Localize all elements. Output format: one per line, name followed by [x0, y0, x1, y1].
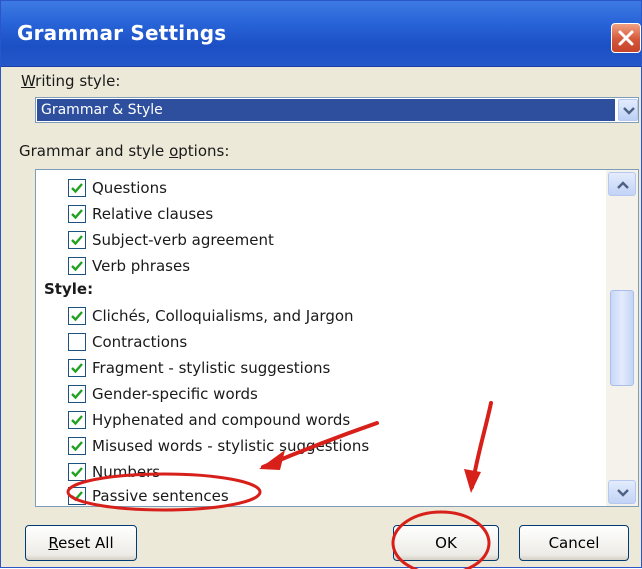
option-label: Verb phrases	[92, 257, 191, 275]
relative-clauses-checkbox[interactable]	[68, 205, 86, 223]
options-list[interactable]: Questions Relative clauses Subject-verb …	[35, 169, 639, 507]
cancel-button[interactable]: Cancel	[519, 525, 629, 561]
reset-label: eset All	[58, 534, 114, 552]
chevron-up-icon	[617, 181, 629, 189]
title-bar[interactable]: Grammar Settings	[1, 1, 641, 67]
options-label-prefix: Grammar and style	[19, 142, 170, 160]
option-passive-sentences[interactable]: Passive sentences	[68, 484, 229, 506]
questions-checkbox[interactable]	[68, 179, 86, 197]
writing-style-label-text: riting style:	[35, 72, 121, 90]
check-icon	[71, 389, 83, 400]
writing-style-select[interactable]: Grammar & Style	[35, 97, 639, 123]
check-icon	[71, 311, 83, 322]
numbers-checkbox[interactable]	[68, 463, 86, 481]
option-label: Fragment - stylistic suggestions	[92, 359, 331, 377]
options-scrollbar[interactable]	[606, 170, 638, 506]
option-questions[interactable]: Questions	[68, 176, 167, 200]
cancel-label: Cancel	[548, 534, 600, 552]
option-subject-verb-agreement[interactable]: Subject-verb agreement	[68, 228, 274, 252]
option-label: Gender-specific words	[92, 385, 258, 403]
option-label: Passive sentences	[92, 487, 229, 505]
check-icon	[71, 491, 83, 502]
option-misused-words-stylistic[interactable]: Misused words - stylistic suggestions	[68, 434, 369, 458]
dialog-title: Grammar Settings	[17, 21, 227, 45]
option-hyphenated-compound-words[interactable]: Hyphenated and compound words	[68, 408, 350, 432]
option-label: Clichés, Colloquialisms, and Jargon	[92, 307, 354, 325]
scroll-up-button[interactable]	[608, 172, 636, 196]
scroll-down-button[interactable]	[608, 480, 636, 504]
chevron-down-icon	[623, 107, 635, 115]
check-icon	[71, 183, 83, 194]
check-icon	[71, 415, 83, 426]
options-label-rest: ptions:	[178, 142, 230, 160]
grammar-settings-dialog: Grammar Settings Writing style: Grammar …	[0, 0, 642, 569]
reset-all-button[interactable]: Reset All	[25, 525, 137, 561]
gender-specific-checkbox[interactable]	[68, 385, 86, 403]
check-icon	[71, 261, 83, 272]
option-label: Relative clauses	[92, 205, 214, 223]
scroll-thumb[interactable]	[610, 290, 634, 386]
check-icon	[71, 467, 83, 478]
misused-words-checkbox[interactable]	[68, 437, 86, 455]
option-gender-specific-words[interactable]: Gender-specific words	[68, 382, 258, 406]
option-label: Subject-verb agreement	[92, 231, 274, 249]
option-verb-phrases[interactable]: Verb phrases	[68, 254, 190, 278]
close-button[interactable]	[611, 23, 641, 53]
contractions-checkbox[interactable]	[68, 333, 86, 351]
writing-style-dropdown-button[interactable]	[618, 99, 638, 121]
category-style-heading: Style:	[44, 280, 94, 298]
check-icon	[71, 235, 83, 246]
options-label-mnemonic: o	[169, 142, 179, 160]
hyphenated-checkbox[interactable]	[68, 411, 86, 429]
option-label: Hyphenated and compound words	[92, 411, 351, 429]
passive-sentences-checkbox[interactable]	[68, 487, 86, 505]
writing-style-value: Grammar & Style	[37, 99, 615, 121]
option-label: Numbers	[92, 463, 161, 481]
option-cliches-colloquialisms-jargon[interactable]: Clichés, Colloquialisms, and Jargon	[68, 304, 354, 328]
check-icon	[71, 209, 83, 220]
close-icon	[618, 30, 634, 46]
ok-label: OK	[435, 534, 457, 552]
ok-button[interactable]: OK	[393, 525, 499, 561]
writing-style-label: Writing style:	[21, 72, 120, 90]
verb-phrases-checkbox[interactable]	[68, 257, 86, 275]
cliches-checkbox[interactable]	[68, 307, 86, 325]
check-icon	[71, 363, 83, 374]
option-label: Questions	[92, 179, 167, 197]
writing-style-label-mnemonic: W	[21, 72, 36, 90]
option-fragment-stylistic[interactable]: Fragment - stylistic suggestions	[68, 356, 330, 380]
option-contractions[interactable]: Contractions	[68, 330, 187, 354]
option-label: Contractions	[92, 333, 188, 351]
options-label: Grammar and style options:	[19, 142, 229, 160]
check-icon	[71, 441, 83, 452]
subject-verb-agreement-checkbox[interactable]	[68, 231, 86, 249]
option-relative-clauses[interactable]: Relative clauses	[68, 202, 213, 226]
option-numbers[interactable]: Numbers	[68, 460, 160, 484]
fragment-checkbox[interactable]	[68, 359, 86, 377]
reset-mnemonic: R	[48, 534, 59, 552]
option-label: Misused words - stylistic suggestions	[92, 437, 370, 455]
chevron-down-icon	[617, 489, 629, 497]
